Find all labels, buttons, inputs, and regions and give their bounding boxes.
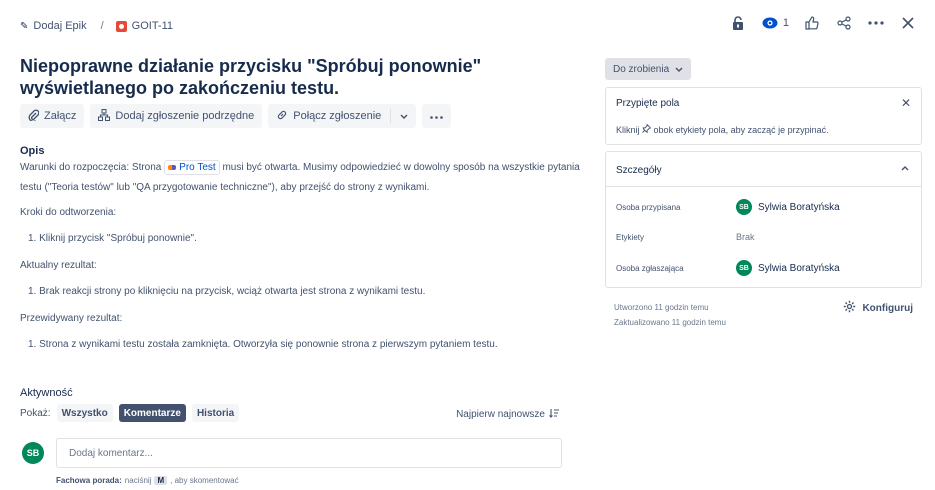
labels-label: Etykiety: [616, 232, 645, 242]
sort-icon: [549, 408, 559, 421]
more-icon[interactable]: [867, 14, 885, 32]
pencil-icon: ✎: [20, 20, 29, 32]
issue-toolbar: Załącz Dodaj zgłoszenie podrzędne Połącz…: [20, 104, 452, 128]
attach-label: Załącz: [44, 110, 77, 122]
configure-button[interactable]: Konfiguruj: [843, 300, 913, 316]
button-divider: [390, 109, 392, 123]
assignee-value[interactable]: SB Sylwia Boratyńska: [736, 199, 840, 215]
description-text[interactable]: Warunki do rozpoczęcia: Strona Pro Test …: [20, 158, 580, 198]
expected-result-item: 1. Strona z wynikami testu została zamkn…: [28, 339, 498, 350]
status-dropdown[interactable]: Do zrobienia: [605, 58, 692, 80]
reporter-value[interactable]: SB Sylwia Boratyńska: [736, 260, 840, 276]
assignee-name: Sylwia Boratyńska: [758, 201, 840, 213]
sort-label: Najpierw najnowsze: [456, 409, 545, 420]
show-label: Pokaż:: [20, 407, 51, 419]
bug-icon: [115, 20, 127, 32]
chevron-down-icon: [675, 64, 683, 75]
details-panel: Szczegóły Osoba przypisana SB Sylwia Bor…: [605, 151, 922, 288]
hierarchy-icon: [98, 108, 111, 124]
filter-all-button[interactable]: Wszystko: [56, 404, 113, 422]
activity-heading: Aktywność: [20, 387, 73, 399]
step-item: 1. Kliknij przycisk "Spróbuj ponownie".: [28, 233, 197, 244]
pinned-fields-title: Przypięte pola: [616, 98, 680, 109]
reporter-label: Osoba zgłaszająca: [616, 263, 684, 273]
comment-input[interactable]: Dodaj komentarz...: [56, 438, 562, 468]
issue-key-link[interactable]: GOIT-11: [115, 20, 174, 32]
filter-comments-button[interactable]: Komentarze: [118, 404, 186, 422]
pinned-fields-panel: Przypięte pola ✕ Kliknij obok etykiety p…: [605, 87, 922, 145]
actual-result-heading: Aktualny rezultat:: [20, 260, 97, 271]
breadcrumb-separator: /: [100, 20, 104, 32]
pin-icon: [642, 123, 654, 135]
steps-heading: Kroki do odtworzenia:: [20, 207, 117, 218]
issue-title[interactable]: Niepoprawne działanie przycisku "Spróbuj…: [20, 55, 580, 99]
share-icon[interactable]: [835, 14, 853, 32]
attach-button[interactable]: Załącz: [20, 104, 85, 128]
configure-label: Konfiguruj: [862, 302, 913, 314]
divider: [606, 186, 921, 187]
link-icon: [276, 109, 288, 124]
assignee-label: Osoba przypisana: [616, 202, 681, 212]
add-epic-link[interactable]: ✎ Dodaj Epik: [20, 20, 87, 32]
tip-bold: Fachowa porada:: [56, 476, 122, 485]
status-label: Do zrobienia: [613, 63, 670, 75]
comment-tip: Fachowa porada: naciśnij M , aby skoment…: [56, 476, 239, 485]
issue-key: GOIT-11: [131, 20, 174, 32]
description-pre-text: Warunki do rozpoczęcia: Strona: [20, 162, 162, 173]
add-child-issue-button[interactable]: Dodaj zgłoszenie podrzędne: [90, 104, 263, 128]
expected-result-heading: Przewidywany rezultat:: [20, 313, 123, 324]
labels-value[interactable]: Brak: [736, 232, 755, 242]
issue-actions: 1: [729, 14, 917, 32]
created-text: Utworzono 11 godzin temu: [614, 303, 709, 312]
chevron-down-icon[interactable]: [396, 110, 412, 122]
watch-count: 1: [782, 17, 789, 29]
close-icon[interactable]: [899, 14, 917, 32]
breadcrumb: ✎ Dodaj Epik / GOIT-11: [20, 16, 173, 36]
pinned-hint-pre: Kliknij: [616, 125, 640, 135]
link-issue-label: Połącz zgłoszenie: [293, 110, 382, 122]
assignee-row: Osoba przypisana SB Sylwia Boratyńska: [616, 199, 840, 215]
actual-result-item: 1. Brak reakcji strony po kliknięciu na …: [28, 286, 426, 297]
paperclip-icon: [28, 109, 40, 124]
pro-test-label: Pro Test: [179, 162, 216, 173]
updated-text: Zaktualizowano 11 godzin temu: [614, 318, 726, 327]
gear-icon: [843, 300, 856, 316]
pinned-fields-hint: Kliknij obok etykiety pola, aby zacząć j…: [616, 123, 829, 135]
activity-filters: Pokaż: Wszystko Komentarze Historia: [20, 404, 240, 422]
more-icon: [430, 110, 444, 122]
link-issue-button[interactable]: Połącz zgłoszenie: [268, 104, 417, 128]
thumbs-up-icon[interactable]: [803, 14, 821, 32]
tip-key: M: [154, 476, 168, 485]
chevron-up-icon[interactable]: [901, 163, 909, 174]
tip-pre: naciśnij: [124, 476, 152, 485]
filter-history-button[interactable]: Historia: [191, 404, 240, 422]
reporter-name: Sylwia Boratyńska: [758, 262, 840, 274]
add-epic-label: Dodaj Epik: [33, 20, 87, 32]
avatar: SB: [736, 199, 752, 215]
avatar: SB: [736, 260, 752, 276]
sort-button[interactable]: Najpierw najnowsze: [456, 408, 559, 421]
description-heading: Opis: [20, 145, 45, 157]
watch-button[interactable]: 1: [761, 14, 789, 32]
issue-timestamps: Utworzono 11 godzin temu Zaktualizowano …: [614, 300, 726, 330]
more-actions-button[interactable]: [422, 104, 452, 128]
lock-icon[interactable]: [729, 14, 747, 32]
pro-test-link[interactable]: Pro Test: [164, 160, 220, 175]
eye-icon: [761, 14, 779, 32]
pinned-hint-post: obok etykiety pola, aby zacząć je przypi…: [653, 125, 829, 135]
close-icon[interactable]: ✕: [901, 96, 911, 110]
avatar: SB: [22, 442, 44, 464]
labels-row: Etykiety Brak: [616, 232, 755, 242]
pro-test-logo-icon: [168, 165, 177, 170]
tip-post: , aby skomentować: [170, 476, 239, 485]
add-child-label: Dodaj zgłoszenie podrzędne: [115, 110, 255, 122]
reporter-row: Osoba zgłaszająca SB Sylwia Boratyńska: [616, 260, 840, 276]
details-title: Szczegóły: [616, 165, 662, 176]
